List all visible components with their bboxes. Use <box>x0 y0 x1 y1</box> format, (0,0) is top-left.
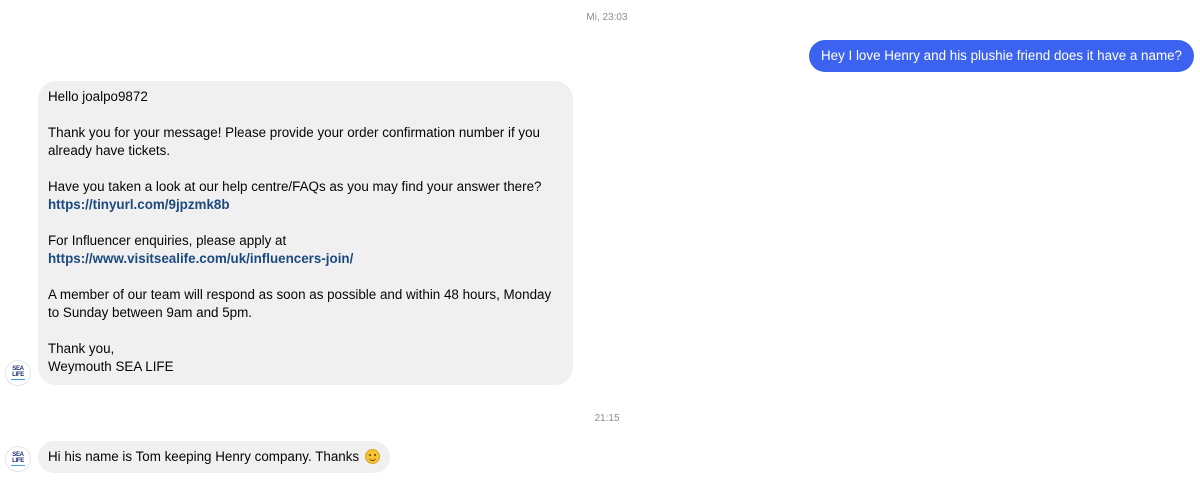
help-centre-link[interactable]: https://tinyurl.com/9jpzmk8b <box>48 197 230 212</box>
message-paragraph: A member of our team will respond as soo… <box>48 287 552 320</box>
sea-life-logo-icon: SEA LIFE <box>11 366 25 380</box>
message-paragraph: Thank you for your message! Please provi… <box>48 125 540 158</box>
sender-avatar[interactable]: SEA LIFE <box>5 446 31 472</box>
message-signoff: Thank you, <box>48 341 115 356</box>
influencers-link[interactable]: https://www.visitsealife.com/uk/influenc… <box>48 251 353 266</box>
message-greeting: Hello joalpo9872 <box>48 89 148 104</box>
chat-thread: Mi, 23:03 Hey I love Henry and his plush… <box>0 0 1200 482</box>
message-paragraph: Have you taken a look at our help centre… <box>48 179 542 194</box>
outgoing-message-text: Hey I love Henry and his plushie friend … <box>820 48 1182 63</box>
message-signature: Weymouth SEA LIFE <box>48 359 174 374</box>
outgoing-message-bubble[interactable]: Hey I love Henry and his plushie friend … <box>808 40 1194 72</box>
sea-life-logo-icon: SEA LIFE <box>11 452 25 466</box>
smiling-face-emoji-icon <box>364 449 380 464</box>
incoming-message-bubble[interactable]: Hello joalpo9872 Thank you for your mess… <box>38 81 573 385</box>
message-paragraph: For Influencer enquiries, please apply a… <box>48 233 287 248</box>
timestamp: 21:15 <box>594 413 620 424</box>
sender-avatar[interactable]: SEA LIFE <box>5 360 31 386</box>
timestamp: Mi, 23:03 <box>586 12 628 23</box>
incoming-message-text: Hi his name is Tom keeping Henry company… <box>48 449 360 464</box>
incoming-message-bubble[interactable]: Hi his name is Tom keeping Henry company… <box>38 441 390 473</box>
